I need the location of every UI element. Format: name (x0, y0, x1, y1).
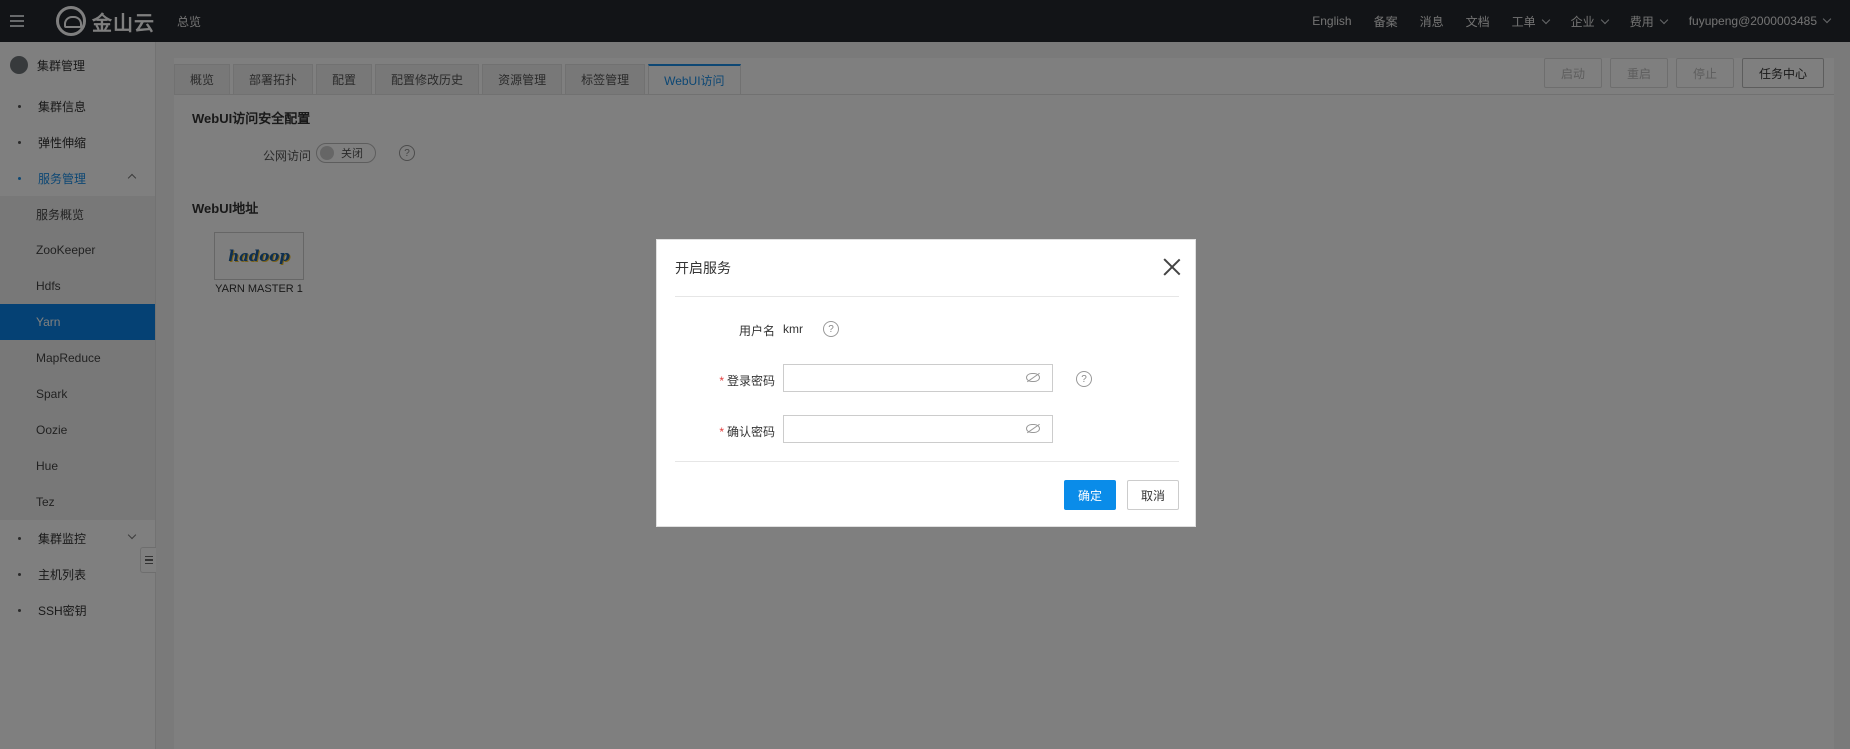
confirm-password-label-text: 确认密码 (726, 425, 775, 439)
username-help-icon[interactable]: ? (823, 321, 839, 337)
login-password-label: * 登录密码 (719, 372, 775, 389)
confirm-button[interactable]: 确定 (1064, 480, 1116, 510)
dialog-header-divider (675, 296, 1179, 297)
required-mark: * (719, 425, 724, 439)
dialog-title: 开启服务 (675, 260, 731, 276)
enable-service-dialog: 开启服务 用户名 kmr ? * 登录密码 ? * 确认密码 确定 取消 (656, 239, 1196, 527)
confirm-password-field[interactable] (783, 415, 1053, 443)
login-password-input[interactable] (784, 365, 1014, 391)
eye-slash-icon[interactable] (1026, 373, 1040, 382)
dialog-footer-divider (675, 461, 1179, 462)
password-help-icon[interactable]: ? (1076, 371, 1092, 387)
login-password-field[interactable] (783, 364, 1053, 392)
cancel-button[interactable]: 取消 (1127, 480, 1179, 510)
eye-slash-icon[interactable] (1026, 424, 1040, 433)
close-icon[interactable] (1163, 258, 1181, 276)
confirm-password-label: * 确认密码 (719, 423, 775, 440)
confirm-password-input[interactable] (784, 416, 1014, 442)
username-label: 用户名 (738, 324, 775, 338)
login-password-label-text: 登录密码 (726, 374, 775, 388)
username-value: kmr (783, 322, 803, 336)
required-mark: * (719, 374, 724, 388)
